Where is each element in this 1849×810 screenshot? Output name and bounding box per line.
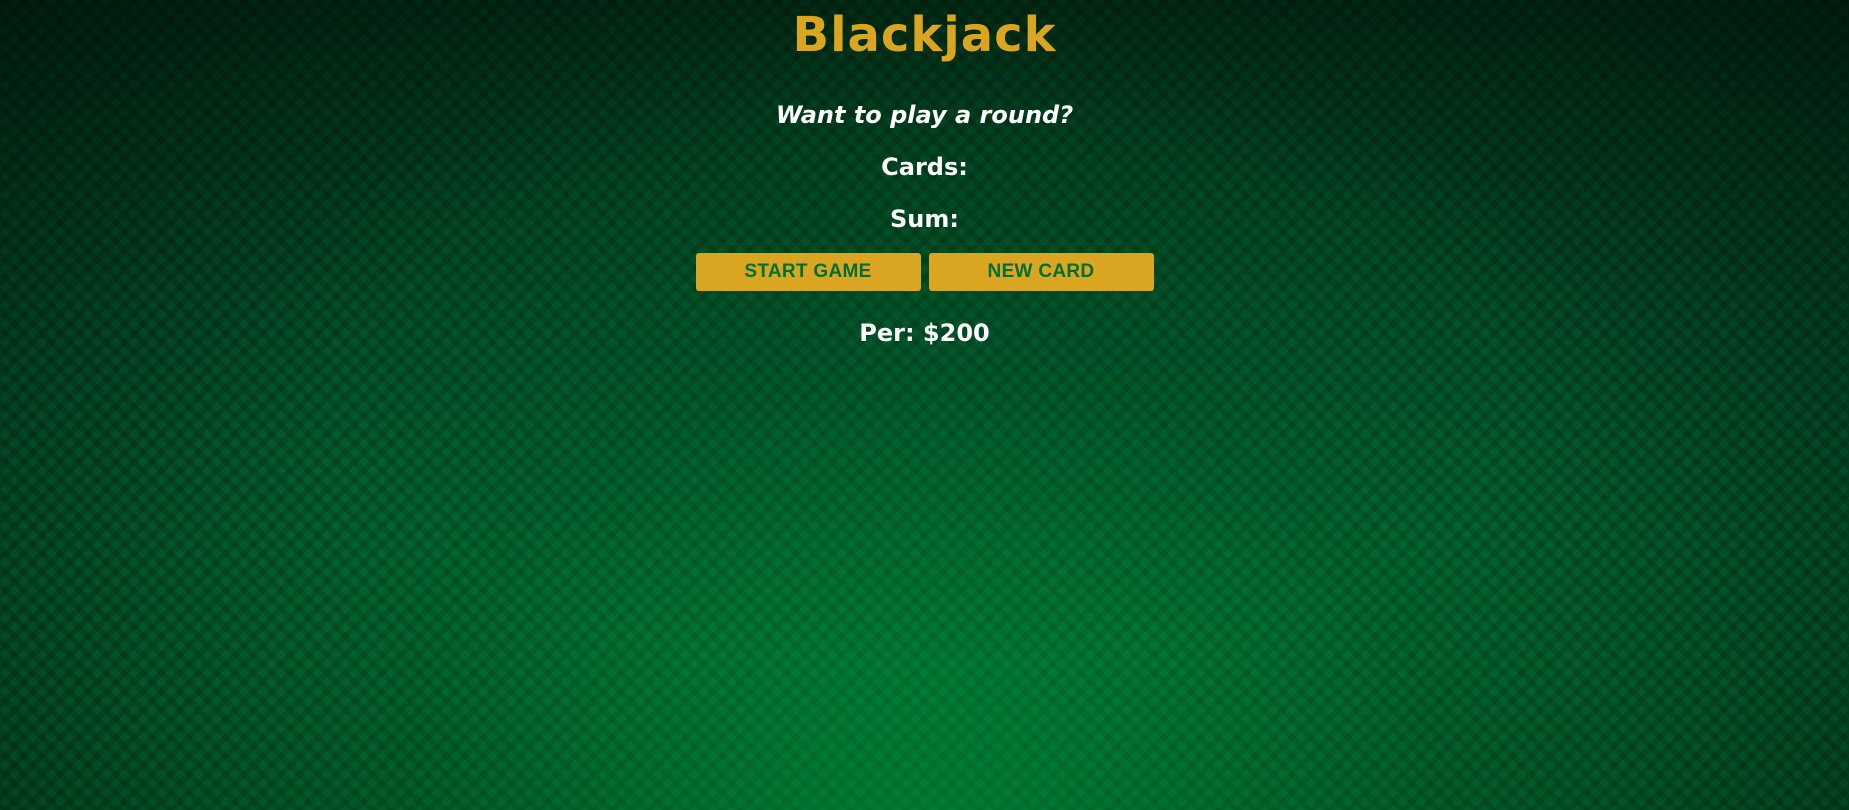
- cards-label: Cards:: [881, 153, 968, 181]
- player-info: Per: $200: [859, 319, 990, 347]
- page-title: Blackjack: [792, 7, 1057, 63]
- message-text: Want to play a round?: [775, 101, 1074, 129]
- start-game-button[interactable]: START GAME: [695, 253, 921, 291]
- sum-label: Sum:: [890, 205, 959, 233]
- game-container: Blackjack Want to play a round? Cards: S…: [0, 0, 1849, 348]
- button-row: START GAME NEW CARD: [0, 253, 1849, 291]
- new-card-button[interactable]: NEW CARD: [928, 253, 1154, 291]
